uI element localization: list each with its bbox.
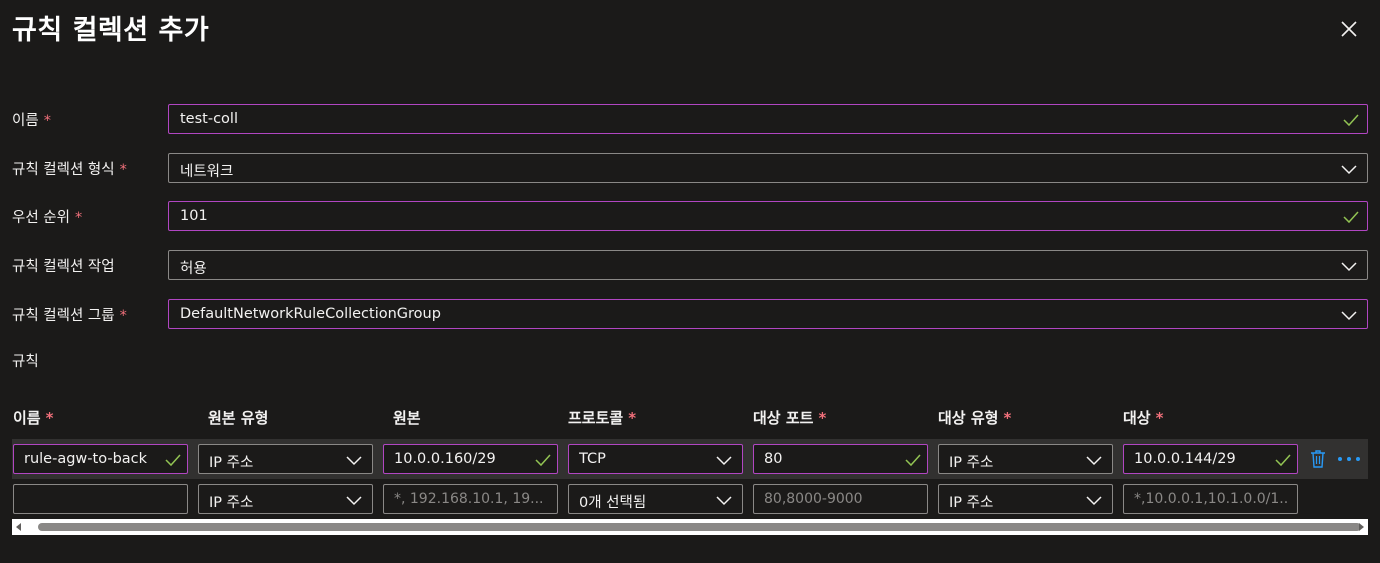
action-label: 규칙 컬렉션 작업 [12, 259, 115, 275]
rule-dest-ports-input[interactable]: 80 [753, 444, 928, 474]
rule-protocol-value: TCP [579, 451, 606, 467]
col-header-name: 이름 [13, 409, 41, 427]
required-mark: * [119, 162, 127, 178]
page-title: 규칙 컬렉션 추가 [12, 15, 210, 46]
group-value: DefaultNetworkRuleCollectionGroup [180, 306, 441, 322]
check-icon [1275, 454, 1291, 467]
required-mark: * [818, 409, 827, 427]
name-row: 이름 * test-coll [12, 104, 1368, 134]
col-header-dest-ports: 대상 포트 [753, 409, 814, 427]
rule-source-input[interactable]: 10.0.0.160/29 [383, 444, 558, 474]
chevron-down-icon [716, 456, 732, 466]
required-mark: * [119, 308, 127, 324]
name-value: test-coll [180, 111, 238, 127]
rule-dest-type-value: IP 주소 [949, 455, 994, 471]
group-dropdown[interactable]: DefaultNetworkRuleCollectionGroup [168, 299, 1368, 329]
chevron-down-icon [1341, 311, 1357, 321]
scroll-left-icon[interactable] [15, 523, 23, 531]
new-rule-destination-placeholder: *,10.0.0.1,10.1.0.0/1... [1134, 491, 1289, 507]
close-icon [1341, 21, 1357, 37]
trash-icon[interactable] [1309, 449, 1327, 469]
action-row: 규칙 컬렉션 작업 허용 [12, 250, 1368, 280]
name-input[interactable]: test-coll [168, 104, 1368, 134]
required-mark: * [45, 409, 54, 427]
chevron-down-icon [716, 496, 732, 506]
check-icon [535, 454, 551, 467]
rule-source-type-dropdown[interactable]: IP 주소 [198, 444, 373, 474]
more-icon[interactable] [1337, 455, 1361, 463]
check-icon [905, 454, 921, 467]
rule-name-value: rule-agw-to-back [24, 451, 148, 467]
new-rule-protocol-value: 0개 선택됨 [579, 495, 647, 511]
required-mark: * [1003, 409, 1012, 427]
chevron-down-icon [1086, 496, 1102, 506]
type-row: 규칙 컬렉션 형식 * 네트워크 [12, 153, 1368, 183]
rule-dest-ports-value: 80 [764, 451, 783, 467]
new-rule-name-input[interactable] [13, 484, 188, 514]
chevron-down-icon [1341, 262, 1357, 272]
new-rule-dest-type-value: IP 주소 [949, 495, 994, 511]
type-label: 규칙 컬렉션 형식 [12, 162, 115, 178]
new-rule-dest-ports-input[interactable]: 80,8000-9000 [753, 484, 928, 514]
col-header-destination: 대상 [1123, 409, 1151, 427]
scroll-right-icon[interactable] [1357, 523, 1365, 531]
group-row: 규칙 컬렉션 그룹 * DefaultNetworkRuleCollectionG… [12, 299, 1368, 329]
required-mark: * [628, 409, 637, 427]
action-dropdown[interactable]: 허용 [168, 250, 1368, 280]
required-mark: * [74, 210, 83, 226]
priority-input[interactable]: 101 [168, 201, 1368, 231]
rule-protocol-dropdown[interactable]: TCP [568, 444, 743, 474]
new-rule-protocol-dropdown[interactable]: 0개 선택됨 [568, 484, 743, 514]
check-icon [1343, 114, 1359, 127]
priority-row: 우선 순위 * 101 [12, 201, 1368, 231]
new-rule-source-input[interactable]: *, 192.168.10.1, 19... [383, 484, 558, 514]
rule-source-type-value: IP 주소 [209, 455, 254, 471]
priority-label: 우선 순위 [12, 210, 70, 226]
new-rule-source-placeholder: *, 192.168.10.1, 19... [394, 491, 544, 507]
new-rule-source-type-dropdown[interactable]: IP 주소 [198, 484, 373, 514]
close-button[interactable] [1336, 16, 1362, 42]
chevron-down-icon [1086, 456, 1102, 466]
new-rule-destination-input[interactable]: *,10.0.0.1,10.1.0.0/1... [1123, 484, 1298, 514]
name-label: 이름 [12, 113, 39, 129]
col-header-source: 원본 [393, 409, 421, 427]
new-rule-dest-type-dropdown[interactable]: IP 주소 [938, 484, 1113, 514]
chevron-down-icon [1341, 165, 1357, 175]
rule-destination-value: 10.0.0.144/29 [1134, 451, 1236, 467]
horizontal-scrollbar[interactable] [12, 519, 1368, 535]
priority-value: 101 [180, 208, 208, 224]
type-value: 네트워크 [180, 164, 234, 180]
rule-name-input[interactable]: rule-agw-to-back [13, 444, 188, 474]
rule-destination-input[interactable]: 10.0.0.144/29 [1123, 444, 1298, 474]
rule-source-value: 10.0.0.160/29 [394, 451, 496, 467]
new-rule-source-type-value: IP 주소 [209, 495, 254, 511]
type-dropdown[interactable]: 네트워크 [168, 153, 1368, 183]
chevron-down-icon [346, 456, 362, 466]
col-header-dest-type: 대상 유형 [938, 409, 999, 427]
required-mark: * [1155, 409, 1164, 427]
check-icon [1343, 211, 1359, 224]
new-rule-dest-ports-placeholder: 80,8000-9000 [764, 491, 863, 507]
required-mark: * [43, 113, 51, 129]
group-label: 규칙 컬렉션 그룹 [12, 308, 115, 324]
rules-section-label: 규칙 [12, 354, 39, 370]
check-icon [165, 454, 181, 467]
action-value: 허용 [180, 261, 207, 277]
scrollbar-thumb[interactable] [38, 523, 1361, 531]
chevron-down-icon [346, 496, 362, 506]
rule-dest-type-dropdown[interactable]: IP 주소 [938, 444, 1113, 474]
col-header-protocol: 프로토콜 [568, 409, 624, 427]
col-header-source-type: 원본 유형 [208, 409, 269, 427]
